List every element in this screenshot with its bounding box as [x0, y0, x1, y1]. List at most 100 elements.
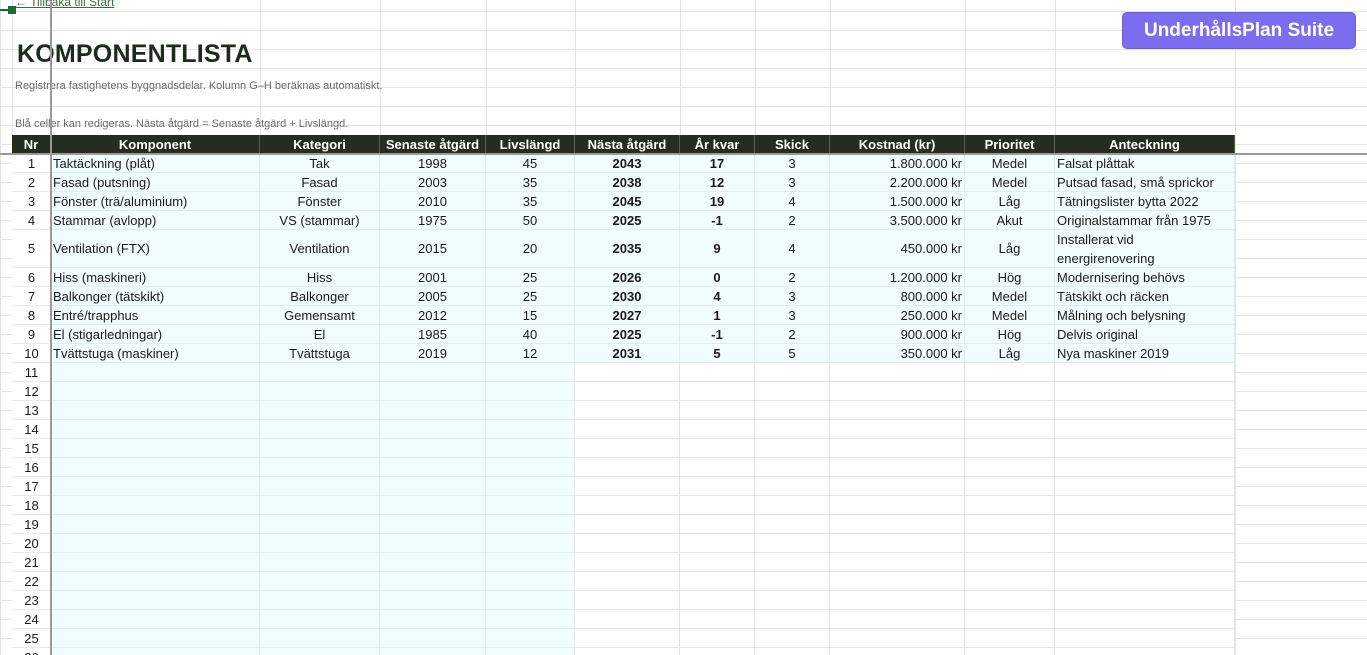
cell-komponent[interactable]: Hiss (maskineri): [51, 268, 260, 287]
cell-livslangd[interactable]: [486, 610, 575, 629]
cell-anteckning[interactable]: Målning och belysning: [1055, 306, 1235, 325]
cell-ar-kvar[interactable]: [680, 534, 755, 553]
cell-ar-kvar[interactable]: [680, 477, 755, 496]
cell-komponent[interactable]: Balkonger (tätskikt): [51, 287, 260, 306]
cell-nr[interactable]: 7: [12, 287, 51, 306]
cell-senaste-atgard[interactable]: 2001: [380, 268, 486, 287]
cell-kostnad[interactable]: 800.000 kr: [830, 287, 965, 306]
cell-senaste-atgard[interactable]: 2019: [380, 344, 486, 363]
cell-kostnad[interactable]: [830, 363, 965, 382]
cell-ar-kvar[interactable]: 9: [680, 230, 755, 268]
cell-ar-kvar[interactable]: [680, 591, 755, 610]
cell-kategori[interactable]: [260, 477, 380, 496]
cell-kategori[interactable]: Ventilation: [260, 230, 380, 268]
cell-kategori[interactable]: Balkonger: [260, 287, 380, 306]
cell-komponent[interactable]: [51, 648, 260, 655]
cell-kategori[interactable]: [260, 515, 380, 534]
cell-nr[interactable]: 18: [12, 496, 51, 515]
cell-senaste-atgard[interactable]: [380, 439, 486, 458]
cell-nasta-atgard[interactable]: 2030: [575, 287, 680, 306]
cell-nasta-atgard[interactable]: 2035: [575, 230, 680, 268]
cell-ar-kvar[interactable]: [680, 515, 755, 534]
cell-nasta-atgard[interactable]: 2027: [575, 306, 680, 325]
cell-nr[interactable]: 2: [12, 173, 51, 192]
cell-prioritet[interactable]: Låg: [965, 344, 1055, 363]
cell-anteckning[interactable]: [1055, 515, 1235, 534]
cell-nasta-atgard[interactable]: [575, 420, 680, 439]
cell-prioritet[interactable]: [965, 534, 1055, 553]
cell-komponent[interactable]: Stammar (avlopp): [51, 211, 260, 230]
cell-komponent[interactable]: [51, 477, 260, 496]
cell-kostnad[interactable]: [830, 458, 965, 477]
cell-kategori[interactable]: Gemensamt: [260, 306, 380, 325]
cell-anteckning[interactable]: [1055, 401, 1235, 420]
cell-senaste-atgard[interactable]: [380, 477, 486, 496]
cell-nr[interactable]: 21: [12, 553, 51, 572]
cell-nasta-atgard[interactable]: [575, 439, 680, 458]
cell-kategori[interactable]: Fasad: [260, 173, 380, 192]
cell-nasta-atgard[interactable]: 2043: [575, 154, 680, 173]
cell-kategori[interactable]: [260, 610, 380, 629]
cell-livslangd[interactable]: 35: [486, 192, 575, 211]
cell-komponent[interactable]: [51, 534, 260, 553]
cell-senaste-atgard[interactable]: [380, 496, 486, 515]
cell-kostnad[interactable]: [830, 572, 965, 591]
selection-fill-handle[interactable]: [8, 6, 16, 14]
cell-prioritet[interactable]: [965, 629, 1055, 648]
cell-nasta-atgard[interactable]: [575, 591, 680, 610]
cell-nr[interactable]: 10: [12, 344, 51, 363]
cell-kostnad[interactable]: [830, 420, 965, 439]
cell-kategori[interactable]: VS (stammar): [260, 211, 380, 230]
cell-prioritet[interactable]: [965, 477, 1055, 496]
cell-nasta-atgard[interactable]: [575, 496, 680, 515]
cell-prioritet[interactable]: [965, 553, 1055, 572]
cell-komponent[interactable]: Ventilation (FTX): [51, 230, 260, 268]
column-header-livslangd[interactable]: Livslängd: [486, 135, 575, 154]
cell-kostnad[interactable]: [830, 648, 965, 655]
cell-anteckning[interactable]: [1055, 591, 1235, 610]
cell-prioritet[interactable]: Medel: [965, 287, 1055, 306]
cell-anteckning[interactable]: Installerat vid energirenovering: [1055, 230, 1235, 268]
cell-livslangd[interactable]: [486, 477, 575, 496]
cell-ar-kvar[interactable]: 19: [680, 192, 755, 211]
cell-livslangd[interactable]: 40: [486, 325, 575, 344]
cell-nr[interactable]: 25: [12, 629, 51, 648]
cell-prioritet[interactable]: Hög: [965, 268, 1055, 287]
cell-skick[interactable]: 2: [755, 211, 830, 230]
cell-senaste-atgard[interactable]: [380, 382, 486, 401]
cell-nasta-atgard[interactable]: [575, 363, 680, 382]
cell-nr[interactable]: 16: [12, 458, 51, 477]
cell-ar-kvar[interactable]: [680, 439, 755, 458]
cell-nr[interactable]: 20: [12, 534, 51, 553]
cell-komponent[interactable]: [51, 553, 260, 572]
cell-senaste-atgard[interactable]: [380, 401, 486, 420]
column-header-kostnad[interactable]: Kostnad (kr): [830, 135, 965, 154]
cell-livslangd[interactable]: 15: [486, 306, 575, 325]
cell-livslangd[interactable]: [486, 534, 575, 553]
cell-kostnad[interactable]: 900.000 kr: [830, 325, 965, 344]
cell-kostnad[interactable]: [830, 382, 965, 401]
cell-prioritet[interactable]: [965, 591, 1055, 610]
cell-ar-kvar[interactable]: 17: [680, 154, 755, 173]
cell-kostnad[interactable]: [830, 629, 965, 648]
cell-skick[interactable]: [755, 515, 830, 534]
cell-skick[interactable]: [755, 363, 830, 382]
cell-nr[interactable]: 3: [12, 192, 51, 211]
cell-kostnad[interactable]: 1.500.000 kr: [830, 192, 965, 211]
cell-kostnad[interactable]: 3.500.000 kr: [830, 211, 965, 230]
cell-komponent[interactable]: [51, 401, 260, 420]
cell-kategori[interactable]: [260, 496, 380, 515]
cell-kostnad[interactable]: 2.200.000 kr: [830, 173, 965, 192]
brand-button[interactable]: UnderhållsPlan Suite: [1122, 12, 1356, 49]
cell-nasta-atgard[interactable]: [575, 629, 680, 648]
cell-skick[interactable]: [755, 629, 830, 648]
cell-anteckning[interactable]: [1055, 610, 1235, 629]
cell-nr[interactable]: 6: [12, 268, 51, 287]
cell-anteckning[interactable]: [1055, 458, 1235, 477]
cell-livslangd[interactable]: 25: [486, 268, 575, 287]
column-header-prioritet[interactable]: Prioritet: [965, 135, 1055, 154]
column-header-kategori[interactable]: Kategori: [260, 135, 380, 154]
cell-nr[interactable]: 12: [12, 382, 51, 401]
cell-nasta-atgard[interactable]: [575, 382, 680, 401]
column-header-ar-kvar[interactable]: År kvar: [680, 135, 755, 154]
